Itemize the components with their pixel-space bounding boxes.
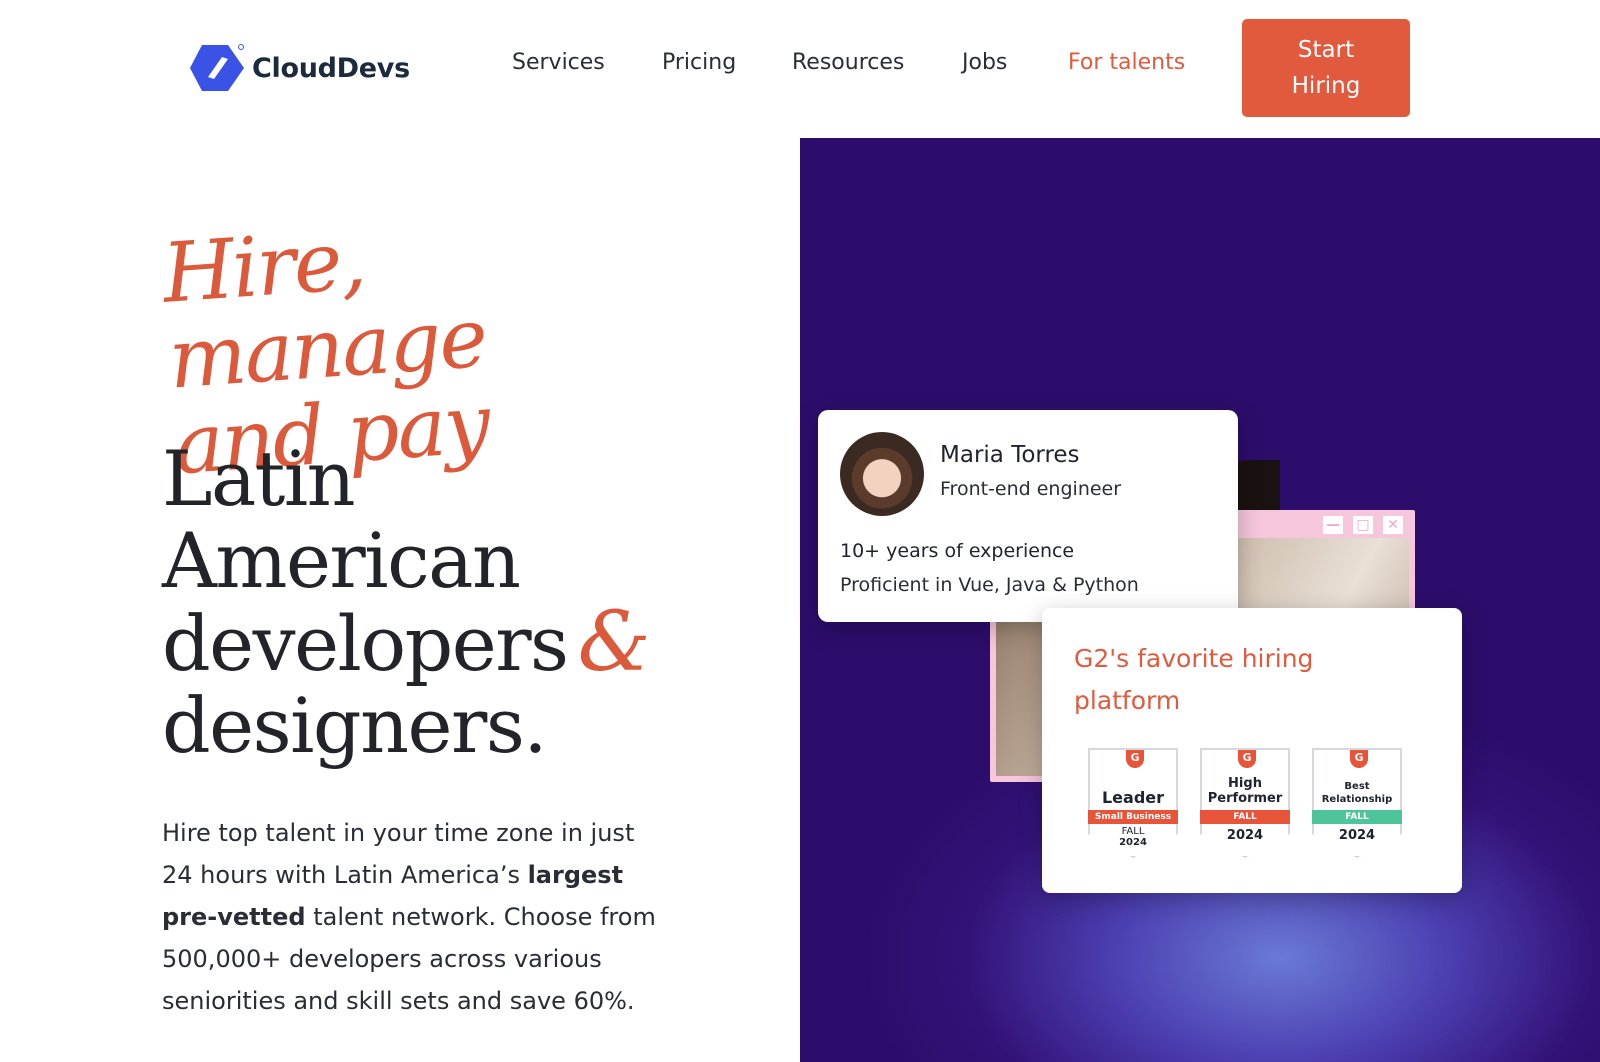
- badge-band: Small Business: [1088, 810, 1178, 824]
- badge-year: 2024: [1226, 828, 1264, 843]
- close-icon: ✕: [1383, 516, 1403, 534]
- cloud-devs-logo[interactable]: CloudDevs: [188, 43, 410, 93]
- window-controls: — □ ✕: [1323, 516, 1403, 534]
- nav-pricing[interactable]: Pricing: [662, 50, 736, 75]
- hero-headline: Latin American developers & designers.: [162, 438, 782, 767]
- badge-season: FALL: [1121, 826, 1145, 837]
- badge-band: FALL: [1200, 810, 1290, 824]
- badge-year: 2024: [1338, 828, 1376, 843]
- g2-badge-best-relationship: G Best Relationship FALL 2024: [1312, 748, 1402, 858]
- developer-profile-card: Maria Torres Front-end engineer 10+ year…: [818, 410, 1238, 622]
- nav-services[interactable]: Services: [512, 50, 605, 75]
- avatar: [840, 432, 924, 516]
- g2-badge-leader: G Leader Small Business FALL 2024: [1088, 748, 1178, 858]
- badge-title-line1: Best: [1344, 781, 1370, 792]
- logo-text: CloudDevs: [252, 52, 410, 84]
- developer-role: Front-end engineer: [940, 478, 1122, 500]
- g2-logo-icon: G: [1126, 750, 1144, 768]
- badge-title: Best Relationship: [1314, 780, 1400, 806]
- maximize-icon: □: [1353, 516, 1373, 534]
- badge-band: FALL: [1312, 810, 1402, 824]
- nav-jobs[interactable]: Jobs: [962, 50, 1007, 75]
- hero-description: Hire top talent in your time zone in jus…: [162, 812, 662, 1022]
- badge-title-line1: High: [1228, 776, 1262, 791]
- nav-for-talents[interactable]: For talents: [1068, 50, 1185, 75]
- nav-resources[interactable]: Resources: [792, 50, 904, 75]
- badge-year: 2024: [1119, 837, 1147, 848]
- badge-title-line2: Performer: [1207, 791, 1283, 806]
- developer-skills: Proficient in Vue, Java & Python: [840, 574, 1139, 596]
- badge-title: High Performer: [1202, 776, 1288, 806]
- headline-line1: Latin: [162, 434, 356, 523]
- badge-title-line2: Relationship: [1321, 794, 1393, 805]
- g2-awards-card: G2's favorite hiring platform G Leader S…: [1042, 608, 1462, 893]
- start-hiring-button[interactable]: Start Hiring: [1242, 19, 1410, 117]
- headline-line3: developers: [162, 599, 569, 688]
- headline-line2: American: [162, 516, 521, 605]
- g2-logo-icon: G: [1238, 750, 1256, 768]
- cloud-devs-logo-icon: [190, 44, 244, 91]
- g2-badge-high-performer: G High Performer FALL 2024: [1200, 748, 1290, 858]
- g2-card-title: G2's favorite hiring platform: [1074, 644, 1314, 715]
- g2-logo-icon: G: [1350, 750, 1368, 768]
- g2-badges: G Leader Small Business FALL 2024 G High…: [1088, 748, 1402, 858]
- developer-name: Maria Torres: [940, 442, 1080, 468]
- minimize-icon: —: [1323, 516, 1343, 534]
- headline-ampersand: &: [577, 595, 651, 690]
- headline-line4: designers.: [162, 681, 548, 770]
- developer-experience: 10+ years of experience: [840, 540, 1075, 562]
- badge-title: Leader: [1101, 788, 1165, 807]
